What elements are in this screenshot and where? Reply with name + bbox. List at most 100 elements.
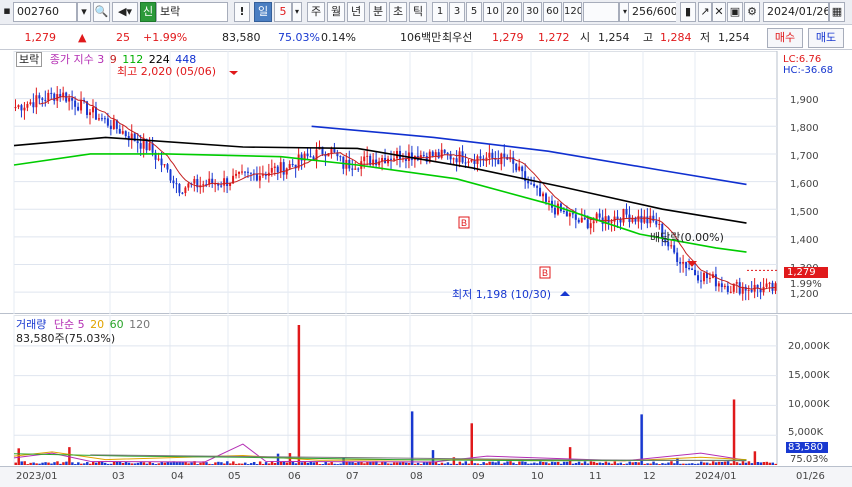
volume-bar [235, 463, 238, 465]
volume-bar [512, 462, 515, 465]
tab-monthly[interactable]: 월 [327, 2, 345, 22]
buy-button[interactable]: 매수 [767, 28, 803, 48]
tab-tick[interactable]: 틱 [409, 2, 427, 22]
tool-icon[interactable]: ✕ [712, 2, 726, 22]
x-label-12: 12 [643, 471, 656, 482]
volume-bar [467, 463, 471, 465]
speaker-icon[interactable]: ◀▾ [112, 2, 138, 22]
new-listing-badge: 신 [140, 2, 156, 22]
minute-opt-10[interactable]: 10 [483, 2, 502, 22]
minute-opt-60[interactable]: 60 [543, 2, 562, 22]
volume-bar [750, 463, 754, 465]
volume-chart[interactable] [0, 315, 852, 465]
candle-body [455, 158, 458, 163]
sell-button[interactable]: 매도 [808, 28, 844, 48]
stock-tag[interactable]: 보락 [16, 52, 43, 67]
tab-weekly[interactable]: 주 [307, 2, 325, 22]
volume-bar [109, 463, 113, 465]
volume-bar [735, 462, 739, 465]
candle-body [670, 245, 673, 247]
candle-body [375, 159, 378, 166]
candle-body [431, 151, 434, 156]
volume-bar [509, 461, 512, 465]
x-label-10: 10 [531, 471, 544, 482]
minute-opt-30[interactable]: 30 [523, 2, 542, 22]
high-arrow-icon [229, 71, 238, 75]
change-amount: 25 [116, 31, 130, 44]
volume-tick-10000k: 10,000K [788, 399, 830, 410]
candle-body [393, 158, 396, 160]
indicator-label: 종가 지수 3 [49, 53, 105, 66]
period-count[interactable]: 5 [274, 2, 292, 22]
candle-body [238, 171, 241, 174]
tab-minute[interactable]: 분 [369, 2, 387, 22]
volume-bar [655, 463, 658, 465]
volume-bar [658, 464, 661, 465]
candle-body [330, 148, 333, 154]
volume-ma-60: 60 [109, 318, 124, 331]
price-tick-1700: 1,700 [790, 151, 819, 162]
volume-bar [652, 461, 655, 465]
count-value: 256 [632, 5, 653, 18]
calendar-icon[interactable]: ▦ [829, 2, 845, 22]
candle-body [580, 217, 583, 223]
candle-body [35, 95, 38, 108]
price-plot-frame [13, 51, 778, 314]
candle-body [20, 105, 23, 111]
volume-bar [533, 462, 536, 465]
period-dropdown-icon[interactable]: ▾ [292, 2, 302, 22]
candle-body [768, 282, 771, 284]
volume-bar [59, 463, 62, 465]
candle-body [68, 97, 71, 102]
tab-second[interactable]: 초 [389, 2, 407, 22]
volume-legend: 거래량 단순 5 20 60 120 [16, 318, 150, 331]
low-label: 저 [700, 31, 711, 44]
candle-body [306, 153, 309, 157]
minute-opt-3[interactable]: 3 [449, 2, 465, 22]
stock-name-field[interactable]: 보락 [156, 2, 228, 22]
candle-body [175, 183, 178, 185]
volume-bar [500, 463, 503, 465]
candle-body [106, 118, 109, 126]
arrow-up-icon[interactable]: ↗ [698, 2, 712, 22]
candle-body [697, 275, 700, 281]
volume-bar [306, 462, 310, 465]
search-icon[interactable]: 🔍 [93, 2, 110, 22]
tab-yearly[interactable]: 년 [347, 2, 365, 22]
volume-bar [252, 462, 256, 465]
minute-opt-20[interactable]: 20 [503, 2, 522, 22]
stock-code-input[interactable]: 002760 [13, 2, 77, 22]
candle-body [533, 183, 536, 187]
tab-daily[interactable]: 일 [254, 2, 272, 22]
date-field[interactable]: 2024/01/26 [763, 2, 829, 22]
minute-opt-1[interactable]: 1 [432, 2, 448, 22]
code-dropdown-icon[interactable]: ▾ [77, 2, 91, 22]
volume-bar [431, 450, 435, 465]
count-field[interactable]: 256/600 [628, 2, 676, 22]
volume-bar [32, 462, 35, 465]
price-chart[interactable]: BB [0, 51, 852, 314]
save-icon[interactable]: ▣ [727, 2, 743, 22]
volume-bar [422, 462, 426, 465]
x-label-2024-01: 2024/01 [695, 471, 737, 482]
volume-bar [276, 453, 280, 465]
volume-bar [294, 463, 298, 465]
volume-bar [151, 463, 155, 465]
volume-bar [726, 461, 730, 465]
volume-bar [390, 463, 393, 465]
bars-icon[interactable]: ▮ [680, 2, 696, 22]
custom-period-field[interactable] [583, 2, 619, 22]
volume-bar [103, 462, 107, 465]
minute-opt-120[interactable]: 120 [563, 2, 582, 22]
volume-panel: 거래량 단순 5 20 60 120 83,580주(75.03%) 20,00… [0, 315, 852, 465]
volume-bar [226, 461, 229, 465]
volume-bar [321, 464, 324, 465]
volume-ma-120: 120 [129, 318, 151, 331]
volume-bar [759, 462, 763, 465]
gear-icon[interactable]: ⚙ [744, 2, 760, 22]
alert-button[interactable]: ! [234, 2, 250, 22]
minute-opt-5[interactable]: 5 [466, 2, 482, 22]
candle-body [163, 164, 166, 166]
volume-bar [196, 464, 199, 465]
x-label-08: 08 [410, 471, 423, 482]
